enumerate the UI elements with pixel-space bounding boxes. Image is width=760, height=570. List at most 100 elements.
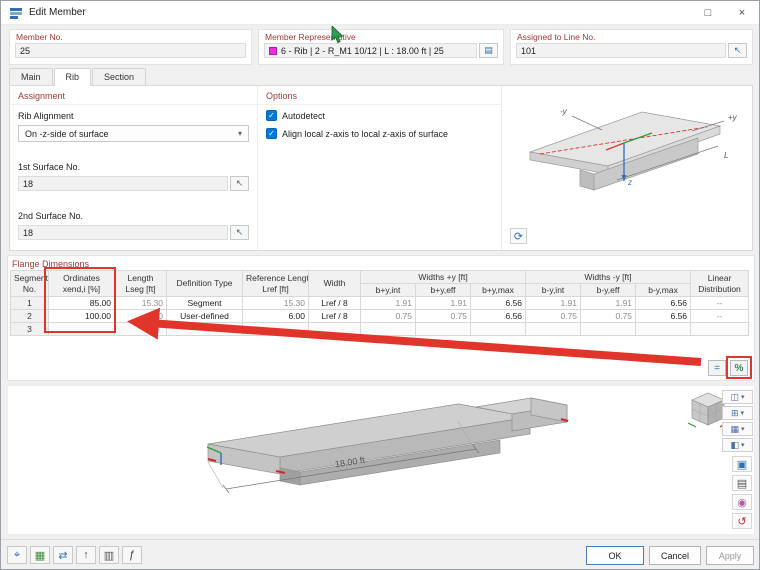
- member-representative-value: 6 - Rib | 2 - R_M1 10/12 | L : 18.00 ft …: [281, 46, 444, 56]
- move-up-button[interactable]: ↑: [76, 546, 96, 564]
- align-z-checkbox[interactable]: ✓: [266, 128, 277, 139]
- surface2-picker-button[interactable]: ↖: [230, 225, 249, 240]
- cell-b-plus-max[interactable]: [471, 323, 526, 336]
- sync-view-button[interactable]: ⟳: [510, 228, 527, 244]
- cell-reference[interactable]: 6.00: [243, 310, 309, 323]
- cell-b-minus-eff[interactable]: 0.75: [581, 310, 636, 323]
- cell-length[interactable]: 2.70: [115, 310, 167, 323]
- cell-b-plus-eff[interactable]: 1.91: [416, 297, 471, 310]
- display-options-button[interactable]: ▣: [732, 456, 752, 472]
- cell-definition[interactable]: [167, 323, 243, 336]
- member-representative-field[interactable]: 6 - Rib | 2 - R_M1 10/12 | L : 18.00 ft …: [264, 43, 477, 58]
- cell-b-minus-max[interactable]: 6.56: [636, 310, 691, 323]
- jump-to-graphic-button[interactable]: ⌖: [7, 546, 27, 564]
- cell-length[interactable]: 15.30: [115, 297, 167, 310]
- assigned-line-group: Assigned to Line No. 101 ↖: [510, 29, 753, 65]
- row-number[interactable]: 2: [11, 310, 49, 323]
- reset-view-button[interactable]: ↺: [732, 513, 752, 529]
- cell-b-plus-int[interactable]: [361, 323, 416, 336]
- cell-width[interactable]: [309, 323, 361, 336]
- member-representative-edit-button[interactable]: ▤: [479, 43, 498, 58]
- title-bar: Edit Member □ ×: [1, 1, 759, 25]
- cell-width[interactable]: Lref / 8: [309, 310, 361, 323]
- rib-illustration-drawing: -y +y z L: [502, 86, 752, 226]
- tab-main[interactable]: Main: [9, 68, 53, 85]
- cell-b-plus-int[interactable]: 0.75: [361, 310, 416, 323]
- header-text: xend,i [%]: [63, 284, 100, 294]
- cancel-button[interactable]: Cancel: [649, 546, 701, 565]
- axes-icon: ⊞: [731, 408, 739, 419]
- apply-button[interactable]: Apply: [706, 546, 754, 565]
- cell-b-plus-int[interactable]: 1.91: [361, 297, 416, 310]
- cell-linear[interactable]: --: [691, 297, 749, 310]
- cell-b-plus-max[interactable]: 6.56: [471, 310, 526, 323]
- cell-b-plus-eff[interactable]: [416, 323, 471, 336]
- view-grid-button[interactable]: ▦▾: [722, 422, 753, 436]
- cell-b-minus-max[interactable]: [636, 323, 691, 336]
- chevron-down-icon: ▾: [741, 409, 745, 417]
- member-no-input[interactable]: 25: [15, 43, 246, 58]
- table-row: 2 100.00 2.70 User-defined 6.00 Lref / 8…: [11, 310, 749, 323]
- formula-button[interactable]: ƒ: [122, 546, 142, 564]
- crosshair-icon: ⌖: [14, 549, 20, 562]
- flange-dimensions-title: Flange Dimensions: [8, 256, 754, 270]
- cell-b-plus-eff[interactable]: 0.75: [416, 310, 471, 323]
- print-button[interactable]: ▤: [732, 475, 752, 491]
- cell-linear[interactable]: --: [691, 310, 749, 323]
- cell-reference[interactable]: 15.30: [243, 297, 309, 310]
- surface1-input[interactable]: 18: [18, 176, 228, 191]
- member-3d-preview[interactable]: 18.00 ft ◫▾ ⊞▾ ▦▾ ◧▾ ▣ ▤ ◉ ↺: [7, 385, 755, 535]
- cell-b-plus-max[interactable]: 6.56: [471, 297, 526, 310]
- cell-b-minus-int[interactable]: [526, 323, 581, 336]
- cell-b-minus-int[interactable]: 1.91: [526, 297, 581, 310]
- grid-settings-button[interactable]: ▥: [99, 546, 119, 564]
- view-axes-button[interactable]: ⊞▾: [722, 406, 753, 420]
- cell-ordinate[interactable]: 100.00: [49, 310, 115, 323]
- cell-reference[interactable]: [243, 323, 309, 336]
- close-button[interactable]: ×: [725, 1, 759, 24]
- view-mode-button[interactable]: ◧▾: [722, 438, 753, 452]
- member-representative-label: Member Representative: [259, 30, 503, 43]
- header-text: Lseg [ft]: [125, 284, 155, 294]
- swap-orientation-button[interactable]: ⇄: [53, 546, 73, 564]
- minus-y-label: -y: [560, 107, 568, 116]
- cell-definition[interactable]: User-defined: [167, 310, 243, 323]
- assigned-line-input[interactable]: 101: [516, 43, 726, 58]
- autodetect-checkbox[interactable]: ✓: [266, 110, 277, 121]
- ok-button[interactable]: OK: [586, 546, 644, 565]
- cell-definition[interactable]: Segment: [167, 297, 243, 310]
- surface2-input[interactable]: 18: [18, 225, 228, 240]
- tab-rib[interactable]: Rib: [54, 68, 92, 86]
- cell-b-minus-eff[interactable]: 1.91: [581, 297, 636, 310]
- member-color-swatch: [269, 47, 277, 55]
- swap-arrows-icon: ⇄: [58, 549, 67, 562]
- rib-alignment-select[interactable]: On -z-side of surface ▾: [18, 125, 249, 142]
- member-no-label: Member No.: [10, 30, 251, 43]
- cell-ordinate[interactable]: [49, 323, 115, 336]
- cell-linear[interactable]: [691, 323, 749, 336]
- cell-b-minus-max[interactable]: 6.56: [636, 297, 691, 310]
- surface1-picker-button[interactable]: ↖: [230, 176, 249, 191]
- color-palette-button[interactable]: ◉: [732, 494, 752, 510]
- cell-width[interactable]: Lref / 8: [309, 297, 361, 310]
- assigned-line-value: 101: [521, 46, 536, 56]
- maximize-button[interactable]: □: [691, 1, 725, 24]
- tab-strip: Main Rib Section: [9, 68, 147, 86]
- open-table-button[interactable]: ▦: [30, 546, 50, 564]
- assigned-line-picker-button[interactable]: ↖: [728, 43, 747, 58]
- absolute-values-button[interactable]: =: [708, 360, 726, 376]
- member-representative-group: Member Representative 6 - Rib | 2 - R_M1…: [258, 29, 504, 65]
- col-b-minus-max: b-y,max: [636, 284, 691, 297]
- view-settings-button[interactable]: ◫▾: [722, 390, 753, 404]
- assigned-line-label: Assigned to Line No.: [511, 30, 752, 43]
- percent-values-button[interactable]: %: [730, 360, 748, 376]
- row-number[interactable]: 3: [11, 323, 49, 336]
- cell-length[interactable]: [115, 323, 167, 336]
- col-definition-type: Definition Type: [167, 271, 243, 297]
- cell-ordinate[interactable]: 85.00: [49, 297, 115, 310]
- row-number[interactable]: 1: [11, 297, 49, 310]
- options-section: Options ✓ Autodetect ✓ Align local z-axi…: [258, 86, 502, 250]
- cell-b-minus-int[interactable]: 0.75: [526, 310, 581, 323]
- tab-section[interactable]: Section: [92, 68, 146, 85]
- cell-b-minus-eff[interactable]: [581, 323, 636, 336]
